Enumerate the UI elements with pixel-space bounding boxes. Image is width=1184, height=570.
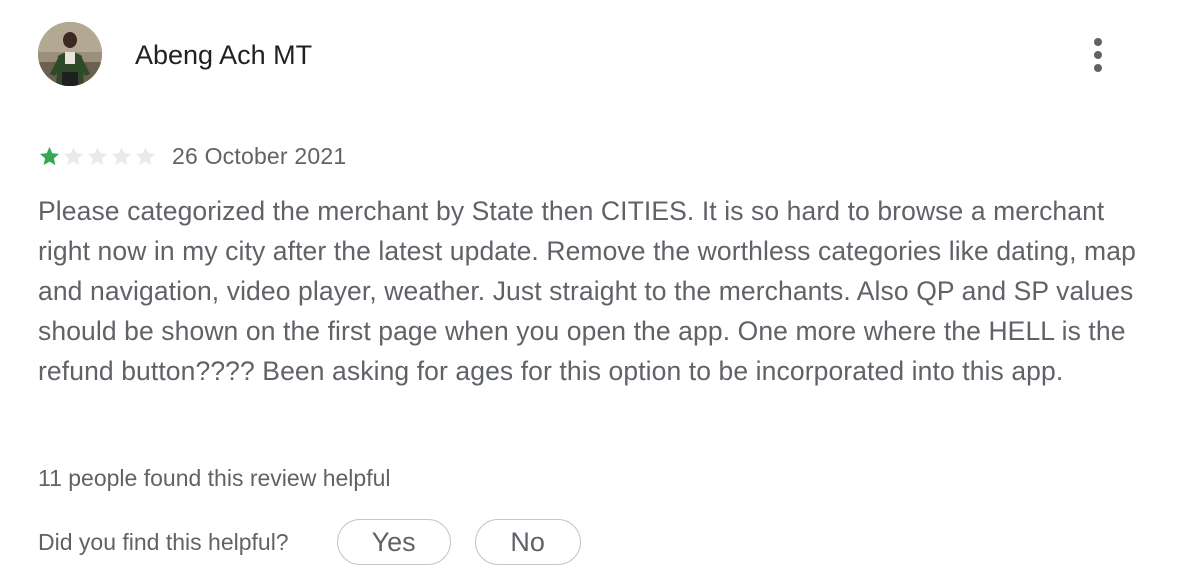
helpful-feedback-row: Did you find this helpful? Yes No <box>38 518 581 566</box>
star-empty-icon <box>63 146 84 165</box>
more-vert-icon <box>1094 38 1102 46</box>
star-empty-icon <box>111 146 132 165</box>
more-vert-icon-dot <box>1094 64 1102 72</box>
user-photo-icon <box>38 22 102 86</box>
review-date: 26 October 2021 <box>172 142 347 169</box>
author-name: Abeng Ach MT <box>135 40 313 70</box>
star-rating <box>38 145 158 168</box>
yes-button[interactable]: Yes <box>336 519 451 565</box>
star-empty-icon <box>87 146 108 165</box>
avatar[interactable] <box>38 22 102 86</box>
star-empty-icon <box>135 146 156 165</box>
review-text: Please categorized the merchant by State… <box>38 196 1136 386</box>
review-card: Abeng Ach MT 26 October 2021 Please cate… <box>0 0 1184 570</box>
rating-row: 26 October 2021 <box>38 140 346 172</box>
no-button[interactable]: No <box>474 519 581 565</box>
star-filled-icon <box>39 146 60 165</box>
more-options-button[interactable] <box>1080 32 1116 78</box>
helpful-count: 11 people found this review helpful <box>38 465 391 491</box>
more-vert-icon-dot <box>1094 51 1102 59</box>
helpful-question: Did you find this helpful? <box>38 528 289 555</box>
